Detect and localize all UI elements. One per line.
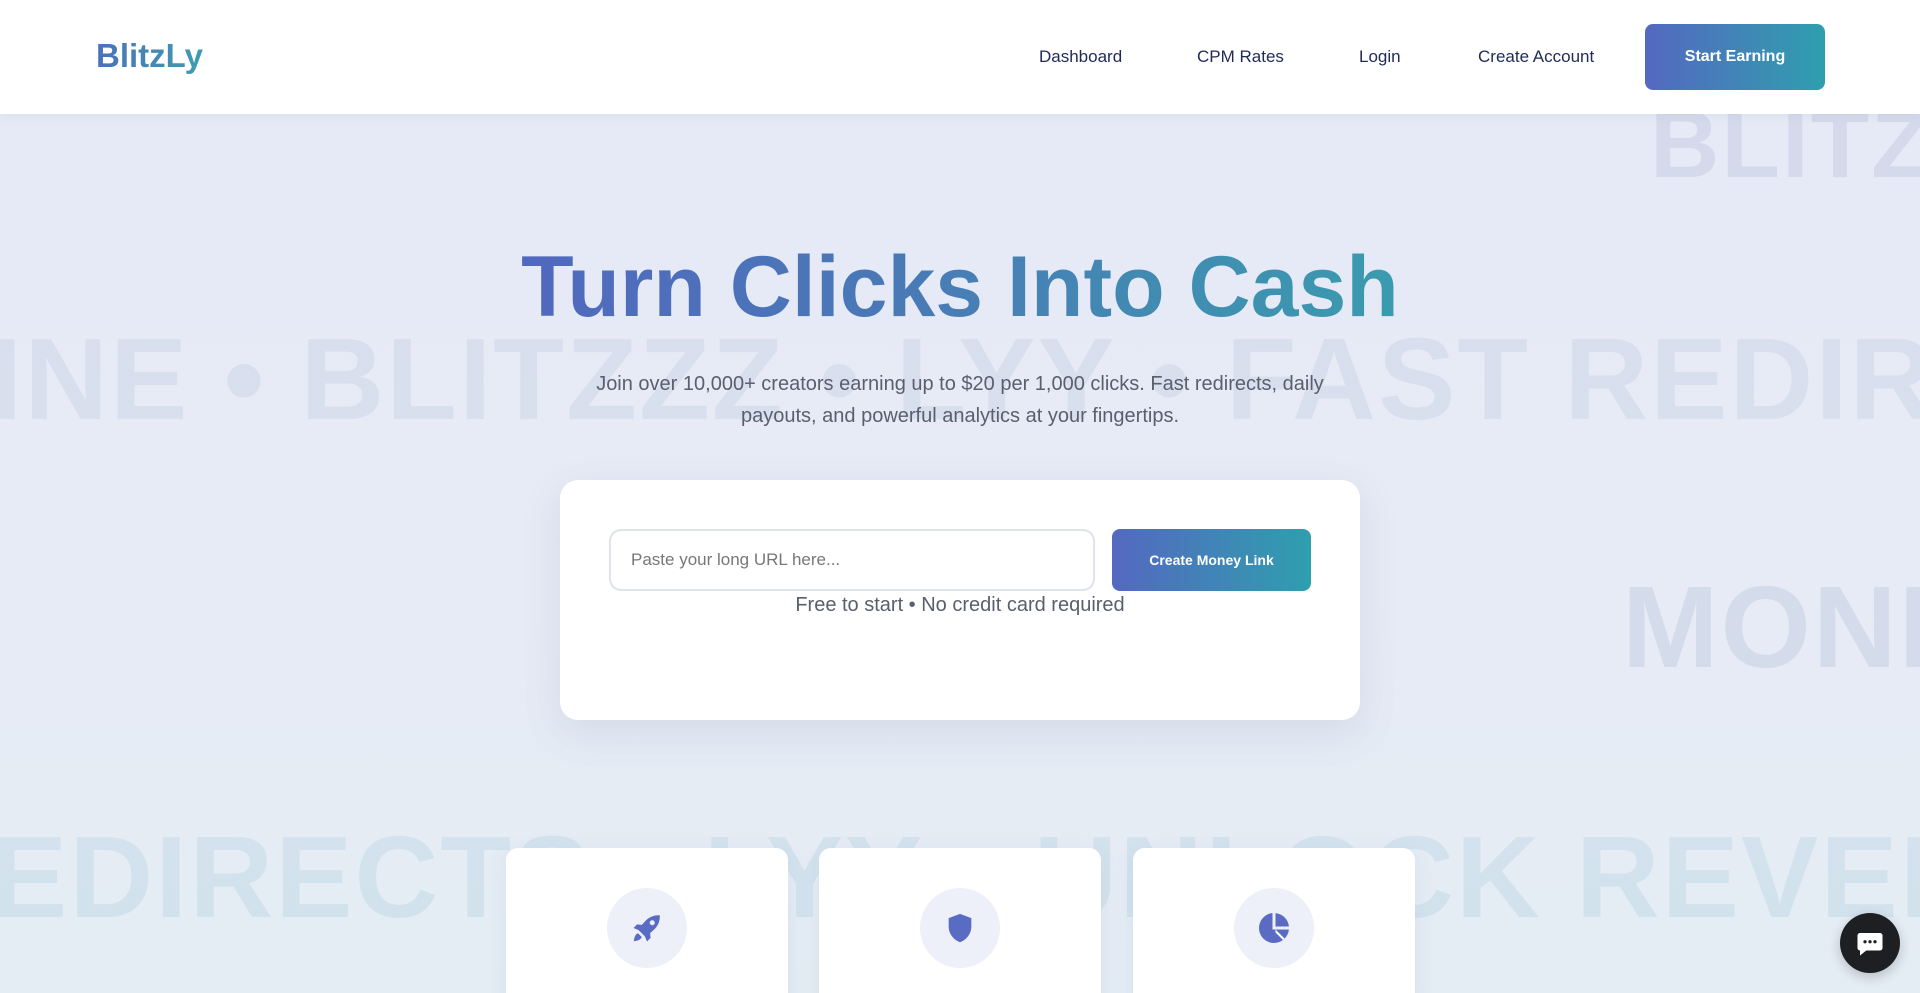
chat-widget-button[interactable] [1840, 913, 1900, 973]
feature-card-speed [506, 848, 788, 993]
feature-card-analytics [1133, 848, 1415, 993]
hero-title-text: Turn Clicks Into Cash [521, 239, 1399, 335]
pie-chart-icon [1259, 913, 1289, 943]
nav-login-link[interactable]: Login [1359, 47, 1401, 67]
feature-icon-circle [607, 888, 687, 968]
background-watermark-text: MONE [1622, 562, 1920, 692]
nav-cpm-rates-link[interactable]: CPM Rates [1197, 47, 1284, 67]
feature-icon-circle [920, 888, 1000, 968]
hero-title: Turn Clicks Into Cash [0, 238, 1920, 337]
start-earning-button[interactable]: Start Earning [1645, 24, 1825, 90]
feature-card-security [819, 848, 1101, 993]
feature-icon-circle [1234, 888, 1314, 968]
site-header: BlitzLy Dashboard CPM Rates Login Create… [0, 0, 1920, 114]
chat-icon [1857, 933, 1883, 956]
page: BLITZ INE • BLITZZZ • LYY • FAST REDIREC… [0, 0, 1920, 993]
shield-icon [948, 913, 972, 943]
nav-dashboard-link[interactable]: Dashboard [1039, 47, 1122, 67]
nav-create-account-link[interactable]: Create Account [1478, 47, 1594, 67]
url-shortener-card: Create Money Link Free to start • No cre… [560, 480, 1360, 720]
long-url-input[interactable] [609, 529, 1095, 591]
create-money-link-button[interactable]: Create Money Link [1112, 529, 1311, 591]
hero-subtitle: Join over 10,000+ creators earning up to… [596, 373, 1324, 427]
free-to-start-note: Free to start • No credit card required [795, 594, 1125, 616]
brand-logo[interactable]: BlitzLy [96, 37, 203, 75]
rocket-icon [633, 915, 660, 942]
